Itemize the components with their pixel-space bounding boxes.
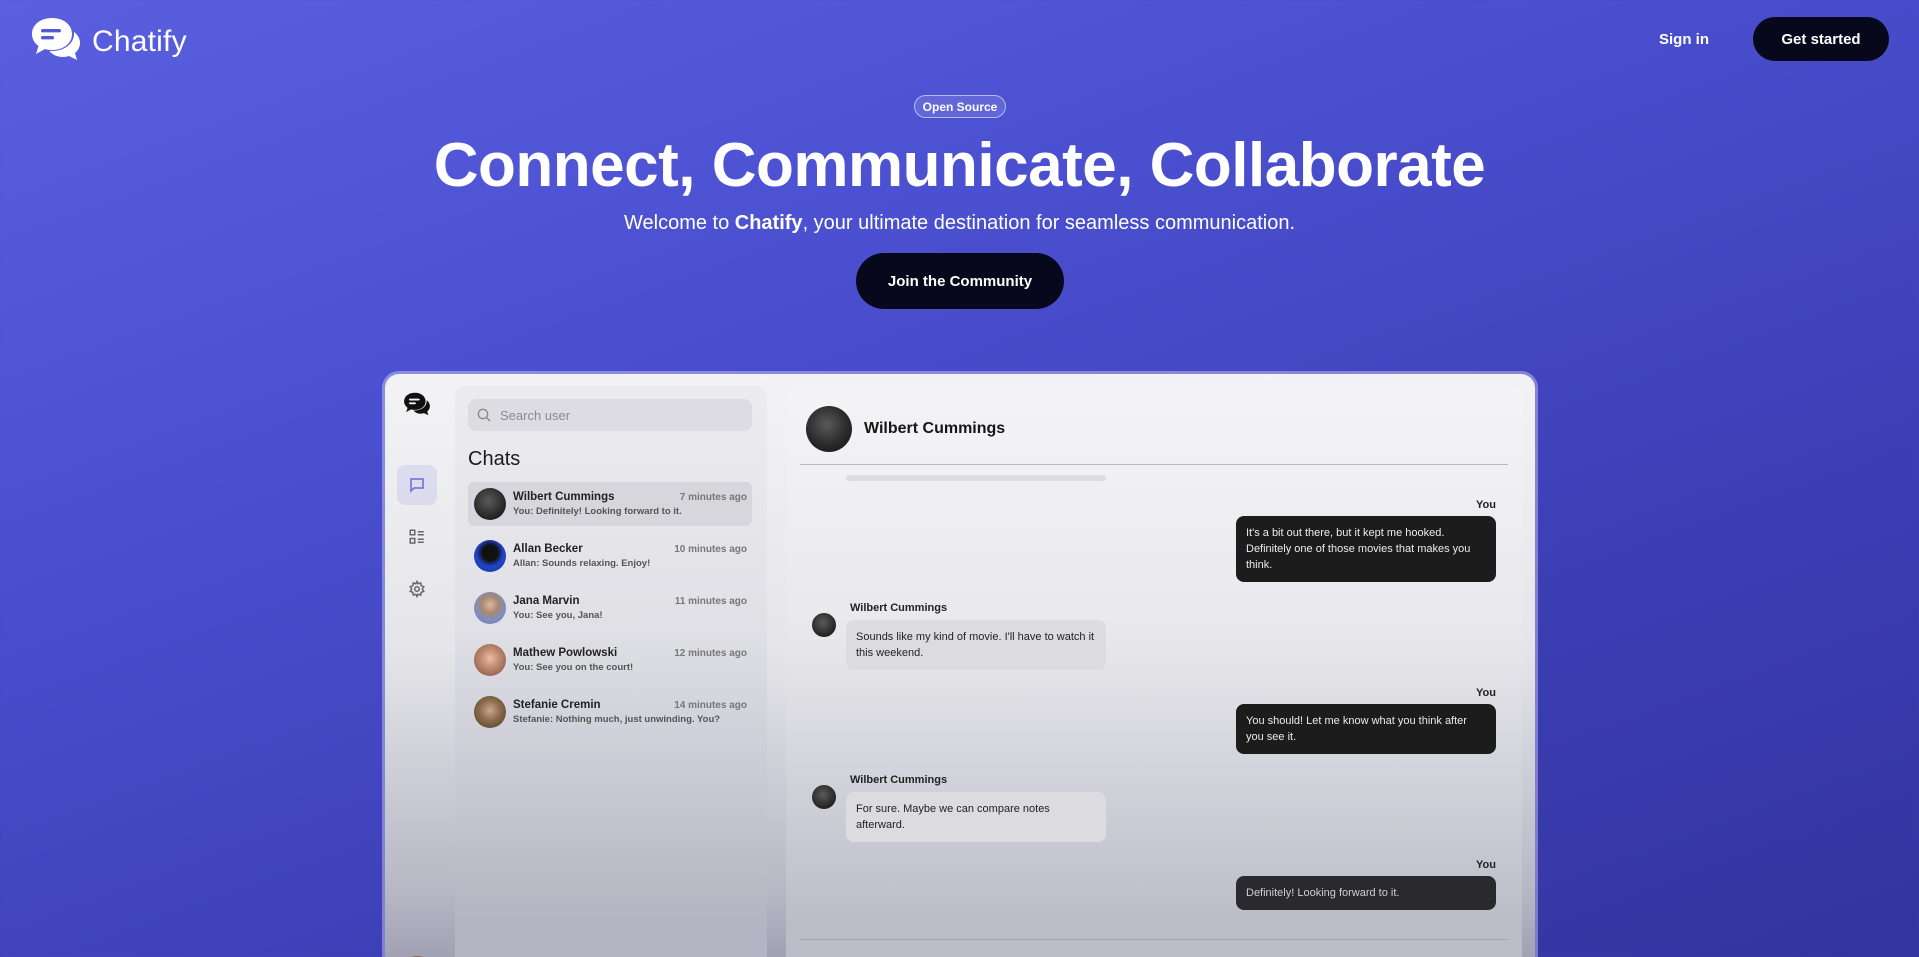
avatar — [474, 644, 506, 676]
app-preview: Chats Wilbert Cummings 7 minutes ago You… — [385, 374, 1535, 957]
search-icon — [477, 408, 491, 422]
chat-item[interactable]: Jana Marvin 11 minutes ago You: See you,… — [468, 586, 752, 630]
message-sender: You — [1476, 499, 1496, 511]
chat-preview: You: Definitely! Looking forward to it. — [513, 506, 682, 517]
avatar — [474, 488, 506, 520]
avatar — [474, 540, 506, 572]
chat-time: 10 minutes ago — [674, 544, 747, 555]
chat-item[interactable]: Wilbert Cummings 7 minutes ago You: Defi… — [468, 482, 752, 526]
chat-preview: You: See you, Jana! — [513, 610, 603, 621]
outgoing-message: Definitely! Looking forward to it. — [1236, 876, 1496, 910]
outgoing-message: It's a bit out there, but it kept me hoo… — [1236, 516, 1496, 582]
outgoing-message: You should! Let me know what you think a… — [1236, 704, 1496, 754]
chat-bubbles-icon — [30, 16, 82, 67]
open-source-badge: Open Source — [914, 95, 1006, 118]
chat-logo-icon[interactable] — [397, 384, 437, 424]
chat-preview: Allan: Sounds relaxing. Enjoy! — [513, 558, 651, 569]
conversation-pane: Wilbert Cummings You It's a bit out ther… — [786, 386, 1522, 957]
conversation-header: Wilbert Cummings — [806, 406, 1005, 452]
scroll-indicator — [846, 475, 1106, 481]
incoming-message: Sounds like my kind of movie. I'll have … — [846, 620, 1106, 670]
gear-icon[interactable] — [397, 569, 437, 609]
brand-logo[interactable]: Chatify — [30, 16, 187, 67]
message-icon[interactable] — [397, 465, 437, 505]
chat-list: Wilbert Cummings 7 minutes ago You: Defi… — [468, 482, 752, 742]
chats-heading: Chats — [468, 448, 521, 470]
message-sender: Wilbert Cummings — [850, 602, 948, 614]
message-sender: Wilbert Cummings — [850, 774, 948, 786]
chat-item[interactable]: Stefanie Cremin 14 minutes ago Stefanie:… — [468, 690, 752, 734]
search-input[interactable] — [500, 407, 740, 423]
hero-subtitle-prefix: Welcome to — [623, 212, 735, 234]
avatar — [812, 613, 836, 637]
chat-list-pane: Chats Wilbert Cummings 7 minutes ago You… — [455, 386, 767, 957]
chat-preview: You: See you on the court! — [513, 662, 634, 673]
hero-title: Connect, Communicate, Collaborate — [433, 131, 1486, 200]
chat-time: 7 minutes ago — [679, 492, 747, 503]
chat-time: 12 minutes ago — [674, 648, 747, 659]
message-sender: You — [1476, 859, 1496, 871]
conversation-contact-name: Wilbert Cummings — [864, 420, 1006, 437]
avatar[interactable] — [806, 406, 852, 452]
brand-name: Chatify — [92, 24, 187, 58]
chat-item[interactable]: Allan Becker 10 minutes ago Allan: Sound… — [468, 534, 752, 578]
incoming-message: For sure. Maybe we can compare notes aft… — [846, 792, 1106, 842]
avatar — [812, 785, 836, 809]
avatar — [474, 696, 506, 728]
app-sidebar — [385, 374, 453, 957]
hero-subtitle: Welcome to Chatify, your ultimate destin… — [0, 212, 1919, 235]
message-sender: You — [1476, 687, 1496, 699]
chat-item[interactable]: Mathew Powlowski 12 minutes ago You: See… — [468, 638, 752, 682]
avatar — [474, 592, 506, 624]
chat-time: 14 minutes ago — [674, 700, 747, 711]
search-bar[interactable] — [468, 399, 752, 431]
divider — [800, 939, 1508, 940]
chat-time: 11 minutes ago — [674, 596, 747, 607]
hero-subtitle-suffix: , your ultimate destination for seamless… — [802, 212, 1296, 234]
get-started-button[interactable]: Get started — [1753, 17, 1889, 61]
chat-preview: Stefanie: Nothing much, just unwinding. … — [513, 714, 721, 725]
divider — [800, 464, 1508, 465]
join-community-button[interactable]: Join the Community — [856, 253, 1064, 309]
sign-in-link[interactable]: Sign in — [1644, 18, 1724, 60]
list-icon[interactable] — [397, 517, 437, 557]
hero-subtitle-brand: Chatify — [734, 212, 803, 234]
